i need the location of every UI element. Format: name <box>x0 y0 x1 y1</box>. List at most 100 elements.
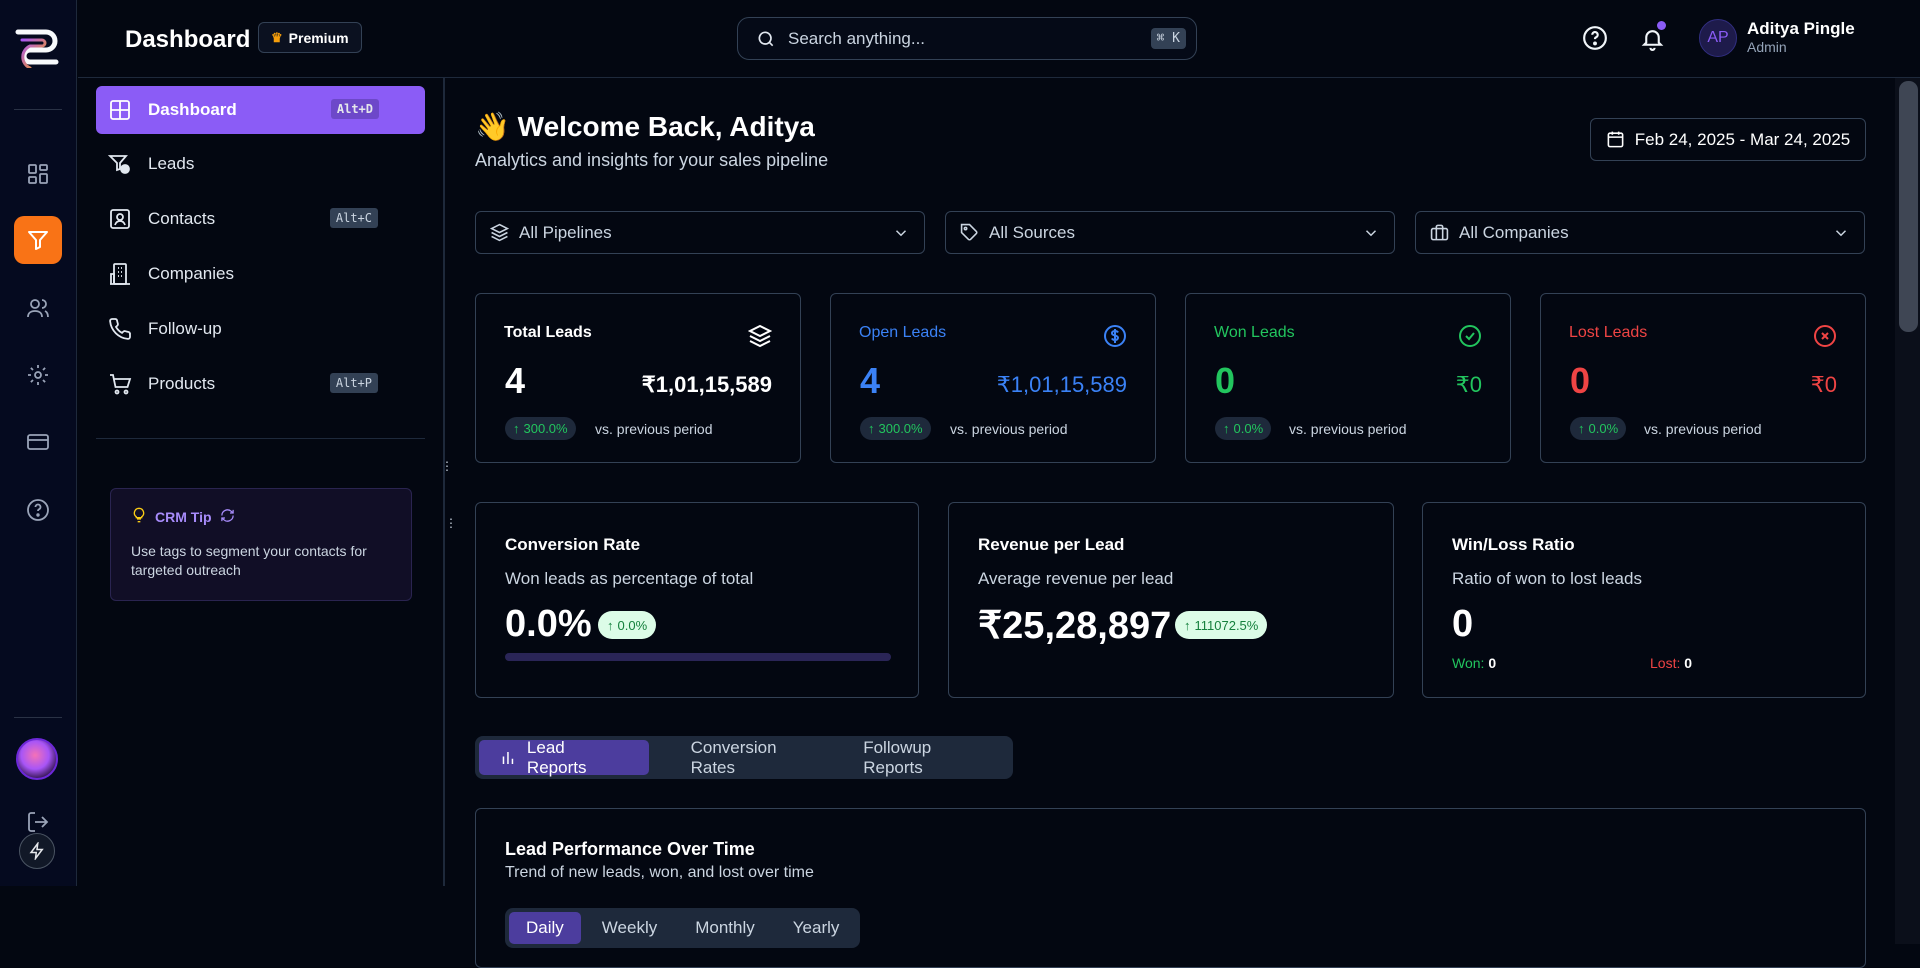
profile-avatar[interactable] <box>16 738 58 780</box>
welcome-text: Welcome Back, Aditya <box>517 111 815 142</box>
time-range-tabs: Daily Weekly Monthly Yearly <box>505 908 861 948</box>
crown-icon: ♛ <box>271 29 283 45</box>
tab-daily[interactable]: Daily <box>509 912 581 944</box>
card-title: Lead Performance Over Time <box>505 839 755 859</box>
tab-yearly[interactable]: Yearly <box>776 912 857 944</box>
stat-count: 0 <box>1570 360 1591 401</box>
tab-conversion-rates[interactable]: Conversion Rates <box>653 737 846 777</box>
lead-performance-card: Lead Performance Over Time Trend of new … <box>475 808 1866 968</box>
sidebar-item-products[interactable]: Products Alt+P <box>96 360 425 408</box>
open-leads-card[interactable]: Open Leads 4 ₹1,01,15,589 ↑ 300.0% vs. pr… <box>830 293 1156 463</box>
search-icon <box>758 31 774 46</box>
total-leads-card[interactable]: Total Leads 4 ₹1,01,15,589 ↑ 300.0% vs. p… <box>475 293 801 463</box>
stat-label: Open Leads <box>859 324 947 341</box>
metric-delta-badge: ↑ 111072.5% <box>1175 611 1268 639</box>
date-range-picker[interactable]: Feb 24, 2025 - Mar 24, 2025 <box>1590 118 1866 161</box>
chevron-down-icon <box>1835 229 1847 236</box>
won-leads-card[interactable]: Won Leads 0 ₹0 ↑ 0.0% vs. previous period <box>1185 293 1511 463</box>
company-filter[interactable]: All Companies <box>1415 211 1865 254</box>
revenue-per-lead-card[interactable]: Revenue per Lead Average revenue per lea… <box>948 502 1394 698</box>
help-button[interactable] <box>1581 24 1609 52</box>
pipeline-filter[interactable]: All Pipelines <box>475 211 925 254</box>
premium-badge[interactable]: ♛ Premium <box>258 22 362 53</box>
metric-delta: 111072.5% <box>1194 617 1259 633</box>
filter-label: All Pipelines <box>519 222 612 242</box>
briefcase-icon <box>1430 224 1449 241</box>
date-range-label: Feb 24, 2025 - Mar 24, 2025 <box>1634 129 1851 149</box>
stat-label: Total Leads <box>504 324 592 341</box>
refresh-icon[interactable] <box>220 508 235 526</box>
arrow-up-icon: ↑ <box>607 617 614 633</box>
arrow-up-icon: ↑ <box>868 421 875 436</box>
help-icon <box>1583 26 1607 50</box>
arrow-up-icon: ↑ <box>513 421 520 436</box>
stat-comparison: vs. previous period <box>595 421 713 437</box>
stat-amount: ₹1,01,15,589 <box>996 372 1127 397</box>
tab-weekly[interactable]: Weekly <box>585 912 674 944</box>
sidebar-item-leads[interactable]: Leads <box>96 140 425 188</box>
metric-delta-badge: ↑ 0.0% <box>598 611 657 639</box>
sidebar: Dashboard Alt+D Leads Contacts Alt+C Com… <box>78 78 445 886</box>
stat-label: Won Leads <box>1214 324 1295 341</box>
app-logo-icon[interactable] <box>12 22 64 70</box>
stat-delta: 0.0% <box>1233 421 1264 436</box>
metric-value: 0.0% <box>505 603 592 645</box>
won-label: Won: <box>1452 655 1485 671</box>
quick-action-button[interactable] <box>19 833 55 869</box>
user-name[interactable]: Aditya Pingle <box>1747 19 1855 39</box>
cart-icon <box>110 374 132 395</box>
stat-delta: 300.0% <box>523 421 568 436</box>
shortcut-badge: Alt+D <box>330 99 379 119</box>
conversion-rate-card[interactable]: Conversion Rate Won leads as percentage … <box>475 502 919 698</box>
stat-amount: ₹0 <box>1455 372 1482 397</box>
sidebar-item-label: Products <box>148 374 216 393</box>
rail-settings-button[interactable] <box>14 351 62 399</box>
sidebar-item-label: Leads <box>148 154 195 173</box>
win-loss-ratio-card[interactable]: Win/Loss Ratio Ratio of won to lost lead… <box>1422 502 1866 698</box>
tab-label: Followup Reports <box>863 737 932 777</box>
rail-dashboard-button[interactable] <box>14 150 62 198</box>
sidebar-item-companies[interactable]: Companies <box>96 250 425 298</box>
tab-label: Conversion Rates <box>690 737 777 777</box>
search-bar[interactable]: ⌘ K <box>737 17 1197 60</box>
tab-followup-reports[interactable]: Followup Reports <box>849 737 1009 777</box>
main-scrollbar[interactable] <box>1895 78 1920 944</box>
chevron-down-icon <box>895 229 907 236</box>
rail-contacts-button[interactable] <box>14 284 62 332</box>
sidebar-item-label: Follow-up <box>148 319 222 338</box>
main-content: 👋 Welcome Back, Aditya Analytics and ins… <box>447 78 1895 968</box>
search-input[interactable] <box>788 28 1139 49</box>
sidebar-item-label: Companies <box>148 264 234 283</box>
crm-tip-title: CRM Tip <box>155 508 212 525</box>
chevron-down-icon <box>1365 229 1377 236</box>
stat-delta: 300.0% <box>878 421 923 436</box>
stat-comparison: vs. previous period <box>1289 421 1407 437</box>
metric-description: Won leads as percentage of total <box>505 569 754 588</box>
users-icon <box>27 299 49 318</box>
lost-leads-card[interactable]: Lost Leads 0 ₹0 ↑ 0.0% vs. previous perio… <box>1540 293 1866 463</box>
card-icon <box>27 434 49 450</box>
sidebar-item-contacts[interactable]: Contacts Alt+C <box>96 195 425 243</box>
source-filter[interactable]: All Sources <box>945 211 1395 254</box>
scrollbar-thumb[interactable] <box>1899 81 1918 332</box>
user-avatar[interactable]: AP <box>1699 19 1737 57</box>
tab-lead-reports[interactable]: Lead Reports <box>479 738 649 777</box>
rail-leads-button[interactable] <box>14 216 62 264</box>
stat-count: 4 <box>505 360 526 401</box>
notifications-button[interactable] <box>1638 21 1666 52</box>
stat-count: 4 <box>860 360 881 401</box>
sidebar-item-dashboard[interactable]: Dashboard Alt+D <box>96 86 425 134</box>
wave-emoji: 👋 <box>475 111 510 142</box>
arrow-up-icon: ↑ <box>1578 421 1585 436</box>
metric-delta: 0.0% <box>617 617 648 633</box>
card-description: Trend of new leads, won, and lost over t… <box>505 864 814 881</box>
tab-monthly[interactable]: Monthly <box>678 912 772 944</box>
rail-help-button[interactable] <box>14 486 62 534</box>
icon-rail <box>0 0 77 886</box>
lost-value: 0 <box>1684 655 1693 671</box>
sidebar-item-follow-up[interactable]: Follow-up <box>96 305 425 353</box>
user-role: Admin <box>1747 39 1787 55</box>
lost-label: Lost: <box>1650 655 1681 671</box>
rail-billing-button[interactable] <box>14 418 62 466</box>
rail-divider <box>14 717 62 718</box>
